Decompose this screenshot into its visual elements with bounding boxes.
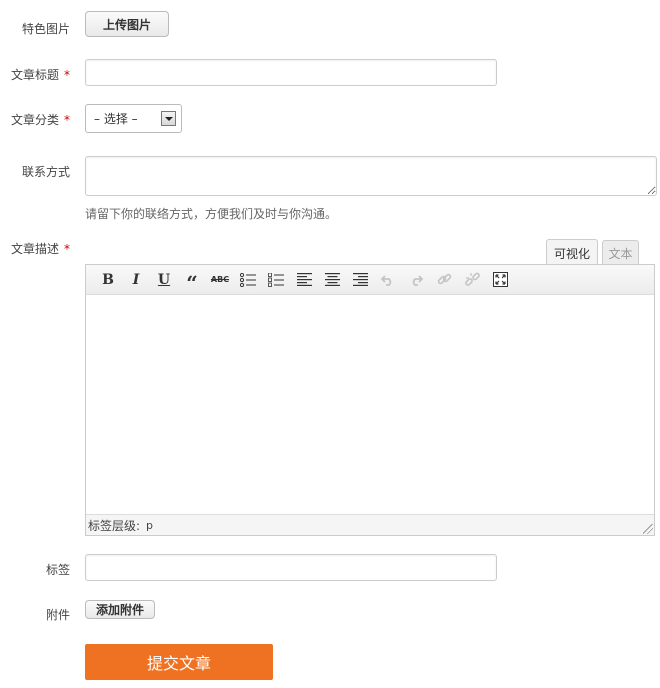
numbered-list-icon[interactable] [262,268,290,292]
editor-statusbar: 标签层级: p [86,514,654,535]
fullscreen-icon[interactable] [486,268,514,292]
category-select-value: – 选择 – [94,112,138,126]
chevron-down-icon[interactable] [161,111,176,126]
blockquote-button[interactable]: “ [178,268,206,295]
editor-content-area[interactable] [86,295,654,514]
contact-textarea[interactable] [85,156,657,196]
required-mark: * [64,113,70,127]
tags-label: 标签 [45,563,70,577]
status-path-value[interactable]: p [146,519,153,532]
category-select[interactable]: – 选择 – [85,104,182,133]
unlink-icon[interactable] [458,268,486,292]
title-label: 文章标题 * [10,68,70,82]
description-label: 文章描述 * [10,242,70,256]
tab-text[interactable]: 文本 [602,240,639,266]
align-left-icon[interactable] [290,268,318,292]
align-center-icon[interactable] [318,268,346,292]
contact-hint: 请留下你的联络方式，方便我们及时与你沟通。 [85,207,338,221]
bullet-list-icon[interactable] [234,268,262,292]
upload-image-button[interactable]: 上传图片 [85,11,169,37]
rich-text-editor: B I U “ ABC 标签层级: p [85,264,655,536]
featured-image-label: 特色图片 [21,22,70,36]
resize-handle-icon[interactable] [643,524,653,534]
editor-toolbar: B I U “ ABC [86,265,654,295]
submit-article-button[interactable]: 提交文章 [85,644,273,680]
contact-label: 联系方式 [21,165,70,179]
undo-icon[interactable] [374,268,402,292]
add-attachment-button[interactable]: 添加附件 [85,600,155,619]
link-icon[interactable] [430,268,458,292]
required-mark: * [64,68,70,82]
attachment-label: 附件 [45,608,70,622]
category-label: 文章分类 * [10,113,70,127]
underline-button[interactable]: U [150,268,178,292]
italic-button[interactable]: I [122,268,150,292]
redo-icon[interactable] [402,268,430,292]
status-path-label: 标签层级: [88,518,141,533]
tab-visual[interactable]: 可视化 [546,239,598,266]
required-mark: * [64,242,70,256]
bold-button[interactable]: B [94,268,122,292]
align-right-icon[interactable] [346,268,374,292]
strikethrough-button[interactable]: ABC [206,268,234,292]
tags-input[interactable] [85,554,497,581]
title-input[interactable] [85,59,497,86]
